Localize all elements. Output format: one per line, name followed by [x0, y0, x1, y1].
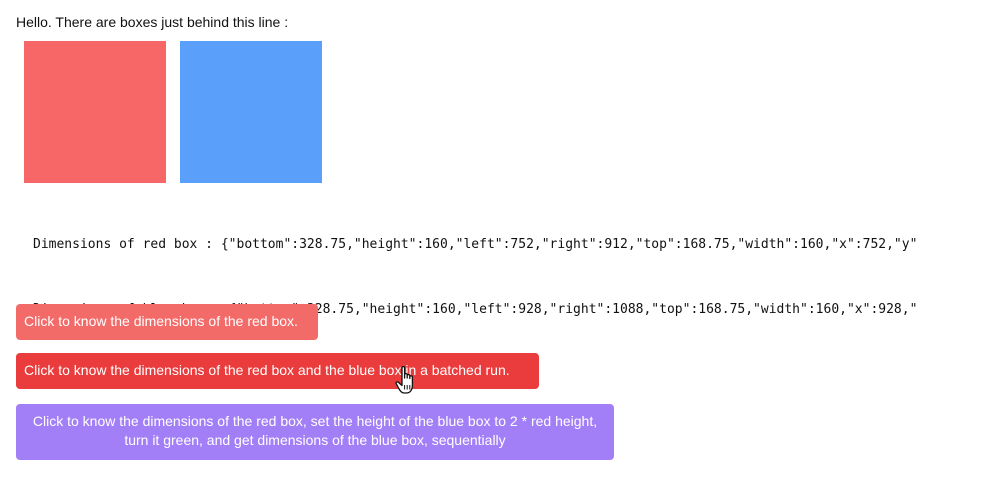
red-box-dimensions-button[interactable]: Click to know the dimensions of the red …: [16, 304, 318, 340]
sequential-run-button[interactable]: Click to know the dimensions of the red …: [16, 404, 614, 460]
blue-box: [180, 41, 322, 183]
red-box-dimensions-line: Dimensions of red box : {"bottom":328.75…: [33, 237, 918, 252]
red-box: [24, 41, 166, 183]
intro-text: Hello. There are boxes just behind this …: [16, 14, 289, 30]
batched-run-button[interactable]: Click to know the dimensions of the red …: [16, 353, 539, 389]
page: Hello. There are boxes just behind this …: [0, 0, 1000, 480]
